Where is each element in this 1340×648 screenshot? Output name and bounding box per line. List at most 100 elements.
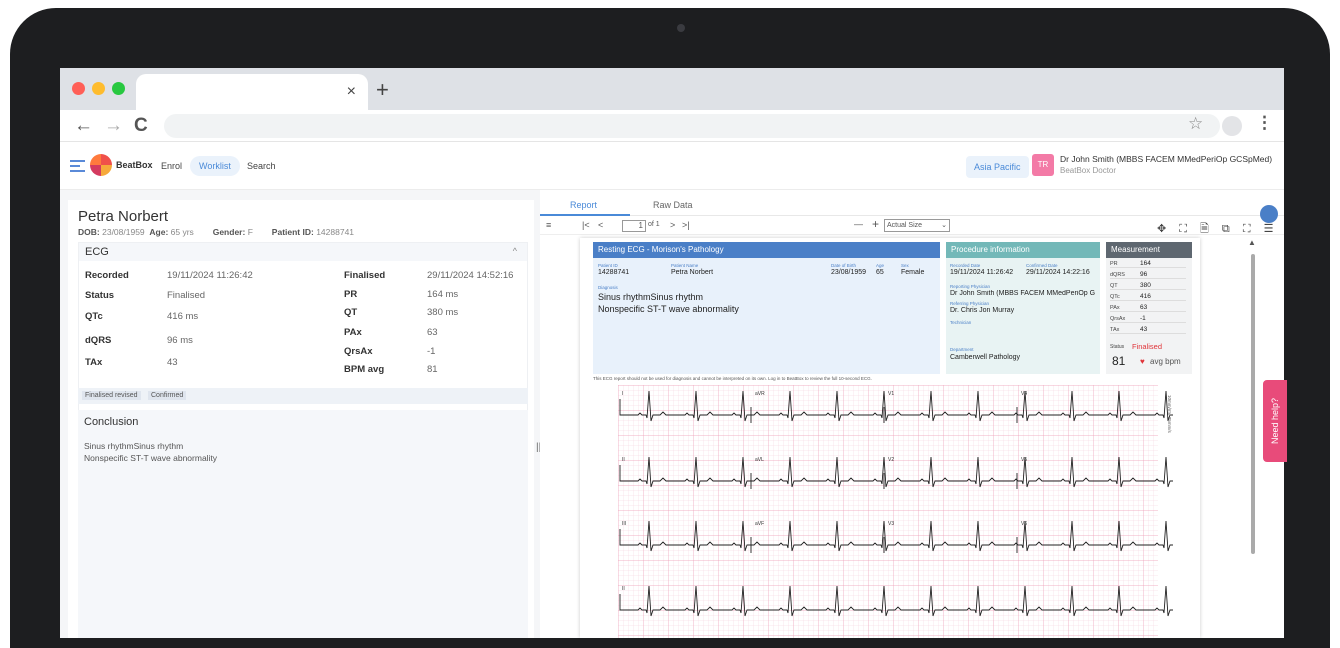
user-name: Dr John Smith (MBBS FACEM MMedPeriOp GCS… xyxy=(1060,154,1273,164)
next-page-button[interactable]: > xyxy=(670,220,675,230)
recorded-date-label: Recorded Date xyxy=(950,263,981,268)
patient-panel: Petra Norbert DOB: 23/08/1959 Age: 65 yr… xyxy=(68,200,534,638)
profile-avatar[interactable] xyxy=(1222,116,1242,136)
app-header: BeatBox Enrol Worklist Search Asia Pacif… xyxy=(60,142,1284,190)
bookmark-star-icon[interactable]: ☆ xyxy=(1188,114,1203,134)
last-page-button[interactable]: >| xyxy=(682,220,690,230)
bpm-label: BPM avg xyxy=(344,364,385,375)
scroll-up-icon[interactable]: ▲ xyxy=(1248,238,1256,247)
measurement-row: dQRS 96 xyxy=(1110,271,1186,279)
measurement-key: QT xyxy=(1110,283,1118,289)
zoom-in-button[interactable]: + xyxy=(872,217,879,231)
browser-tab[interactable]: × xyxy=(136,74,368,110)
referring-physician: Dr. Chris Jon Murray xyxy=(950,307,1015,314)
ecg-lead-label: V6 xyxy=(1021,521,1027,527)
qtc-value: 416 ms xyxy=(167,311,199,322)
age-value: 65 yrs xyxy=(170,227,194,237)
sex-label: Sex xyxy=(901,263,909,268)
active-tab-indicator xyxy=(540,214,630,216)
forward-button[interactable]: → xyxy=(104,115,123,137)
measurement-value: 96 xyxy=(1140,271,1148,278)
pdf-toolbar: ≡ |< < 1 of 1 > >| — + Actual Size ⌄ ✥ ⛶ … xyxy=(540,217,1284,235)
sex: Female xyxy=(901,269,925,276)
ecg-panel-header[interactable]: ECG ^ xyxy=(79,243,527,261)
patient-id-label: Patient ID: xyxy=(271,227,314,237)
zoom-select[interactable]: Actual Size ⌄ xyxy=(884,219,950,232)
qt-label: QT xyxy=(344,307,358,318)
chevron-down-icon: ⌄ xyxy=(941,222,947,229)
ecg-lead-label: II xyxy=(622,457,625,463)
measurement-row: TAx 43 xyxy=(1110,326,1186,334)
browser-menu-icon[interactable]: ⋮ xyxy=(1256,113,1273,133)
age: 65 xyxy=(876,269,884,276)
collapse-chevron-icon[interactable]: ^ xyxy=(513,246,517,256)
prev-page-button[interactable]: < xyxy=(598,220,603,230)
measurement-value: 43 xyxy=(1140,326,1148,333)
qtc-label: QTc xyxy=(85,311,103,322)
back-button[interactable]: ← xyxy=(74,115,93,137)
tab-report[interactable]: Report xyxy=(570,200,597,210)
conclusion-panel: Conclusion Sinus rhythmSinus rhythm Nons… xyxy=(78,410,528,638)
tag-bar: Finalised revised Confirmed xyxy=(78,388,528,404)
confirmed-date-label: Confirmed Date xyxy=(1026,263,1058,268)
ecg-lead-label: I xyxy=(622,391,623,397)
reload-button[interactable]: C xyxy=(134,115,148,137)
first-page-button[interactable]: |< xyxy=(582,220,590,230)
maximize-window-button[interactable] xyxy=(112,82,125,95)
department: Camberwell Pathology xyxy=(950,354,1021,361)
viewer-scrollbar[interactable]: ▲ xyxy=(1248,238,1258,578)
new-tab-button[interactable]: + xyxy=(376,77,389,103)
measurement-title: Measurement xyxy=(1106,242,1192,258)
ecg-scale-text: 10mm/mV 25mm/s xyxy=(1167,395,1172,434)
recorded-date: 19/11/2024 11:26:42 xyxy=(950,269,1014,276)
tab-raw-data[interactable]: Raw Data xyxy=(653,200,693,210)
dob-label: Date of Birth xyxy=(831,263,857,268)
conclusion-title: Conclusion xyxy=(84,416,139,428)
viewer-tabs: Report Raw Data xyxy=(540,190,1284,216)
measurement-key: dQRS xyxy=(1110,272,1125,278)
measurement-value: 380 xyxy=(1140,282,1151,289)
scroll-thumb[interactable] xyxy=(1251,254,1255,554)
ecg-lead-label: V5 xyxy=(1021,457,1027,463)
page-number-input[interactable]: 1 xyxy=(622,220,646,232)
finalised-label: Finalised xyxy=(344,270,386,281)
gender-value: F xyxy=(247,227,253,237)
tag-confirmed: Confirmed xyxy=(148,391,187,400)
need-help-button[interactable]: Need help? xyxy=(1263,380,1287,462)
measurement-row: QrsAx -1 xyxy=(1110,315,1186,323)
qrsax-value: -1 xyxy=(427,346,436,357)
dqrs-label: dQRS xyxy=(85,335,112,346)
patient-demographics: DOB: 23/08/1959 Age: 65 yrs Gender: F Pa… xyxy=(78,227,354,237)
user-role: BeatBox Doctor xyxy=(1060,166,1117,175)
nav-search[interactable]: Search xyxy=(238,156,285,176)
zoom-out-button[interactable]: — xyxy=(854,219,863,229)
dob: 23/08/1959 xyxy=(831,269,867,276)
pr-value: 164 ms xyxy=(427,289,459,300)
nav-worklist[interactable]: Worklist xyxy=(190,156,240,176)
measurement-key: PR xyxy=(1110,261,1118,267)
minimize-window-button[interactable] xyxy=(92,82,105,95)
user-avatar[interactable]: TR xyxy=(1032,154,1054,176)
region-selector[interactable]: Asia Pacific xyxy=(966,156,1029,178)
procedure-title: Procedure information xyxy=(946,242,1100,258)
beatbox-logo-icon xyxy=(90,154,112,176)
chat-bubble-icon[interactable] xyxy=(1260,205,1278,223)
page-count: of 1 xyxy=(648,221,660,228)
address-bar[interactable] xyxy=(164,114,1220,138)
measurement-row: PAx 63 xyxy=(1110,304,1186,312)
ecg-panel-title: ECG xyxy=(85,246,109,258)
pdf-tool-icons[interactable]: ✥ ⛶ 🗎 ⧉ ⛶ ☰ xyxy=(1157,220,1278,239)
nav-enrol[interactable]: Enrol xyxy=(152,156,191,176)
diagnosis-line: Sinus rhythmSinus rhythm xyxy=(598,292,704,302)
diagnosis-label: Diagnosis xyxy=(598,285,618,290)
procedure-info-box: Recorded Date 19/11/2024 11:26:42 Confir… xyxy=(946,258,1100,374)
heart-icon: ♥ xyxy=(1140,357,1145,366)
sidebar-toggle-icon[interactable]: ≡ xyxy=(546,220,551,230)
close-tab-icon[interactable]: × xyxy=(347,83,356,101)
hamburger-menu-icon[interactable] xyxy=(70,160,85,172)
status-label: Status xyxy=(1110,344,1125,350)
ecg-lead-label: V4 xyxy=(1021,391,1027,397)
measurement-row: QT 380 xyxy=(1110,282,1186,290)
close-window-button[interactable] xyxy=(72,82,85,95)
bpm-value: 81 xyxy=(427,364,438,375)
